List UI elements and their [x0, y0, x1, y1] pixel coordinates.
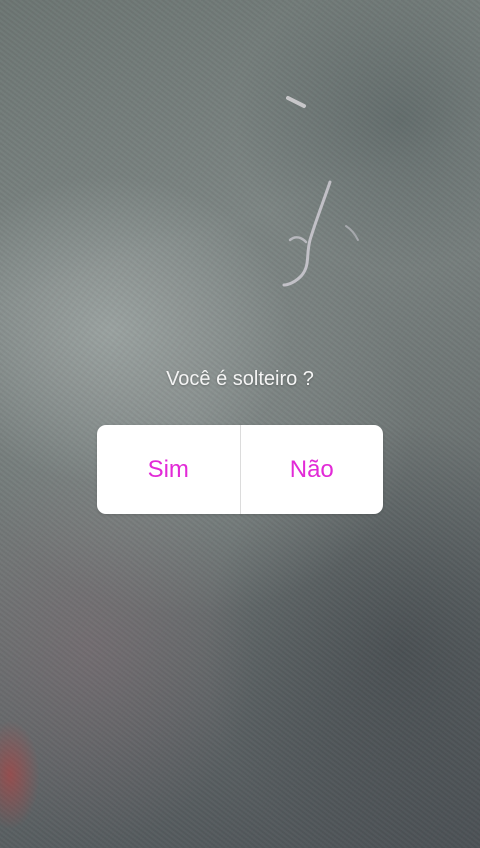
background-photo-texture: [0, 0, 480, 848]
background-red-glow: [0, 720, 40, 830]
poll-option-nao[interactable]: Não: [241, 425, 384, 514]
poll-option-sim[interactable]: Sim: [97, 425, 240, 514]
background-scribble: [282, 96, 359, 287]
poll-question: Você é solteiro ?: [166, 368, 314, 390]
story-screen: Você é solteiro ? Sim Não: [0, 0, 480, 848]
poll-sticker: Sim Não: [97, 425, 383, 514]
